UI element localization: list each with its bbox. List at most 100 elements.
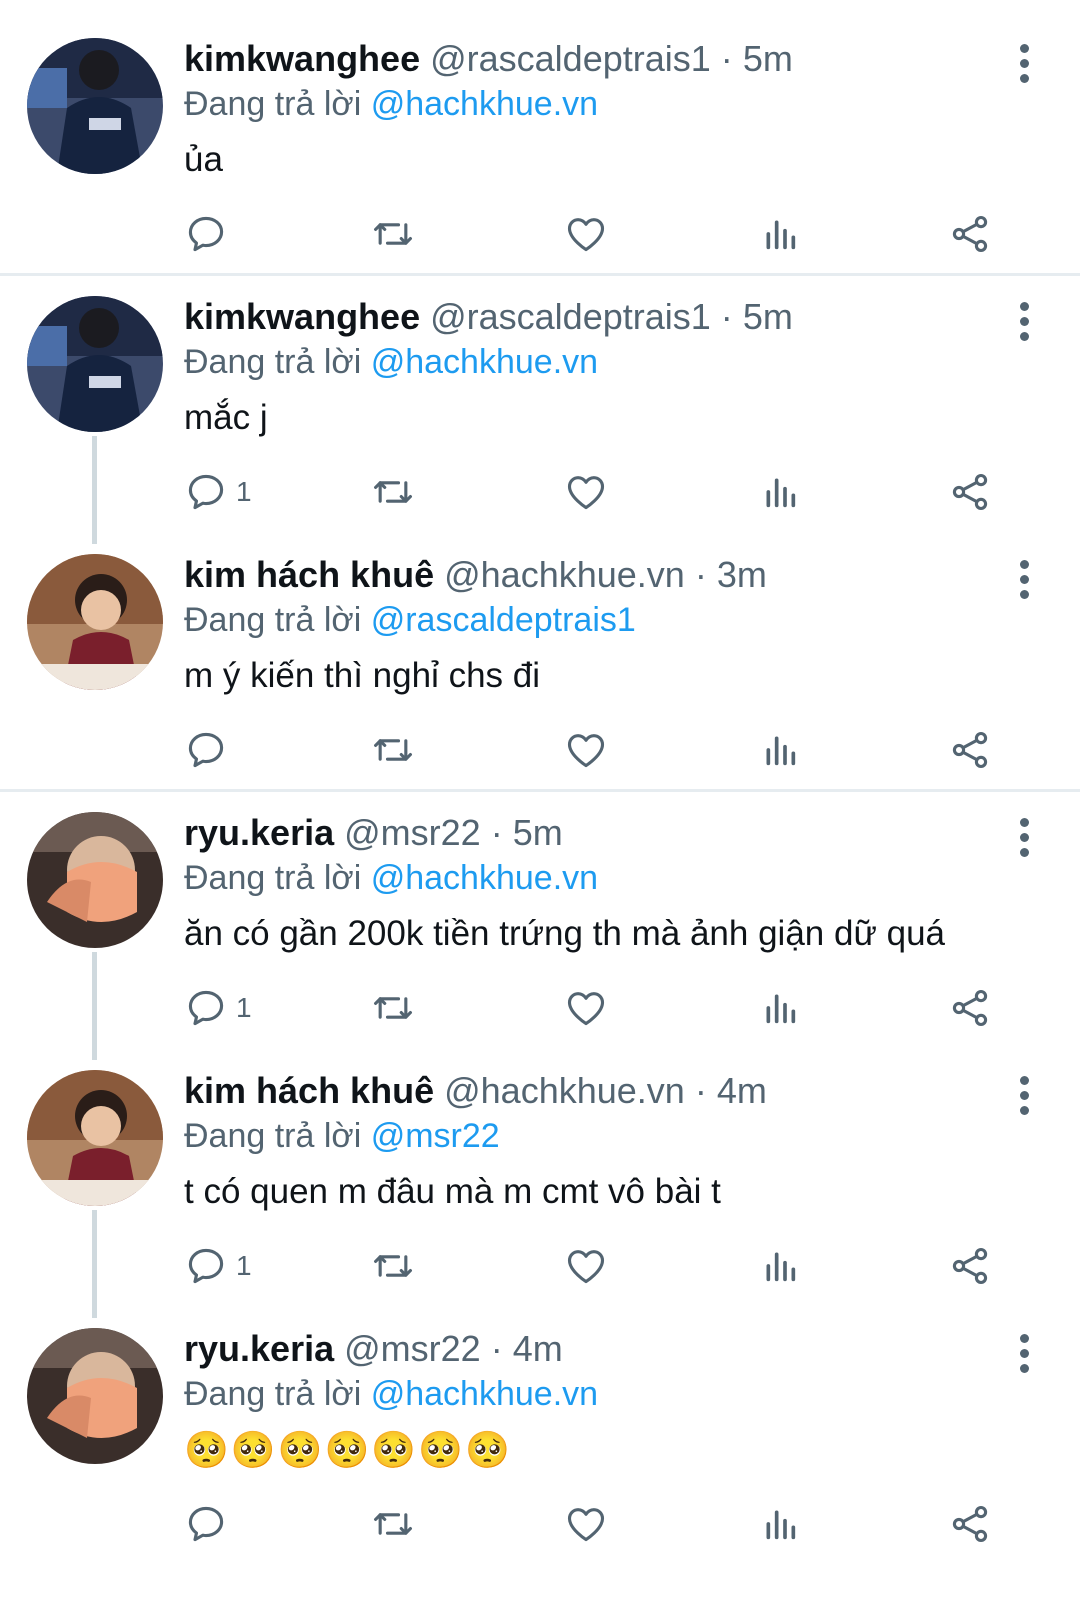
tweet[interactable]: kimkwanghee @rascaldeptrais1 · 5m Đang t… [0,258,1080,544]
tweet[interactable]: ryu.keria @msr22 · 4m Đang trả lời @hach… [0,1290,1080,1554]
retweet-button[interactable] [370,1500,416,1548]
retweet-button[interactable] [370,210,416,258]
like-button[interactable] [564,1500,608,1548]
like-button[interactable] [564,1242,608,1290]
like-button[interactable] [564,984,608,1032]
reply-prefix: Đang trả lời [184,1117,362,1155]
share-button[interactable] [948,468,992,516]
reply-button[interactable]: 1 [184,468,252,516]
more-options-icon[interactable] [1012,302,1036,342]
timestamp[interactable]: 5m [743,296,793,337]
share-button[interactable] [948,1242,992,1290]
reply-mention[interactable]: @msr22 [371,1117,500,1155]
timestamp[interactable]: 5m [513,812,563,853]
share-icon [948,728,992,772]
like-icon [564,470,608,514]
share-button[interactable] [948,726,992,774]
display-name[interactable]: kim hách khuê [184,554,434,595]
reply-mention[interactable]: @hachkhue.vn [371,343,598,381]
tweet[interactable]: kim hách khuê @hachkhue.vn · 3m Đang trả… [0,516,1080,780]
reply-button[interactable] [184,1500,236,1548]
avatar[interactable] [27,1328,163,1464]
avatar[interactable] [27,1070,163,1206]
reply-icon [184,986,228,1030]
retweet-button[interactable] [370,726,416,774]
avatar[interactable] [27,554,163,690]
analytics-button[interactable] [760,1242,800,1290]
tweet-header: ryu.keria @msr22 · 4m [184,1326,990,1372]
tweet-header: ryu.keria @msr22 · 5m [184,810,990,856]
analytics-button[interactable] [760,210,800,258]
like-icon [564,986,608,1030]
reply-button[interactable] [184,210,236,258]
timestamp[interactable]: 3m [717,554,767,595]
user-handle[interactable]: @rascaldeptrais1 [430,296,711,337]
avatar[interactable] [27,296,163,432]
analytics-button[interactable] [760,468,800,516]
reply-mention[interactable]: @rascaldeptrais1 [371,601,636,639]
display-name[interactable]: ryu.keria [184,812,334,853]
timestamp[interactable]: 4m [513,1328,563,1369]
more-options-icon[interactable] [1012,818,1036,858]
more-options-icon[interactable] [1012,1334,1036,1374]
reply-button[interactable]: 1 [184,984,252,1032]
retweet-icon [370,728,416,772]
replying-to: Đang trả lời @hachkhue.vn [184,340,990,384]
user-handle[interactable]: @msr22 [344,812,481,853]
reply-mention[interactable]: @hachkhue.vn [371,859,598,897]
retweet-button[interactable] [370,468,416,516]
reply-button[interactable] [184,726,236,774]
action-bar: 1 [184,1242,1024,1290]
like-button[interactable] [564,726,608,774]
avatar[interactable] [27,812,163,948]
share-icon [948,986,992,1030]
reply-icon [184,470,228,514]
share-button[interactable] [948,984,992,1032]
tweet-text: ủa [184,140,223,179]
display-name[interactable]: kimkwanghee [184,38,420,79]
tweet[interactable]: kimkwanghee @rascaldeptrais1 · 5m Đang t… [0,0,1080,264]
reply-mention[interactable]: @hachkhue.vn [371,1375,598,1413]
display-name[interactable]: kim hách khuê [184,1070,434,1111]
retweet-button[interactable] [370,984,416,1032]
user-handle[interactable]: @hachkhue.vn [444,554,685,595]
analytics-icon [760,1244,800,1288]
more-options-icon[interactable] [1012,1076,1036,1116]
avatar[interactable] [27,38,163,174]
tweet-header: kimkwanghee @rascaldeptrais1 · 5m [184,294,990,340]
like-button[interactable] [564,210,608,258]
replying-to: Đang trả lời @hachkhue.vn [184,82,990,126]
user-handle[interactable]: @rascaldeptrais1 [430,38,711,79]
tweet-content: ryu.keria @msr22 · 4m Đang trả lời @hach… [184,1326,990,1474]
timestamp[interactable]: 4m [717,1070,767,1111]
analytics-button[interactable] [760,726,800,774]
replying-to: Đang trả lời @hachkhue.vn [184,1372,990,1416]
analytics-button[interactable] [760,984,800,1032]
more-options-icon[interactable] [1012,560,1036,600]
tweet-content: ryu.keria @msr22 · 5m Đang trả lời @hach… [184,810,990,958]
separator-dot: · [720,38,733,79]
like-icon [564,1244,608,1288]
user-handle[interactable]: @hachkhue.vn [444,1070,685,1111]
reply-count: 1 [236,476,252,507]
reply-button[interactable]: 1 [184,1242,252,1290]
tweet[interactable]: kim hách khuê @hachkhue.vn · 4m Đang trả… [0,1032,1080,1318]
display-name[interactable]: kimkwanghee [184,296,420,337]
like-icon [564,728,608,772]
more-options-icon[interactable] [1012,44,1036,84]
share-button[interactable] [948,1500,992,1548]
like-button[interactable] [564,468,608,516]
tweet-text: 🥺🥺🥺🥺🥺🥺🥺 [184,1429,512,1470]
retweet-button[interactable] [370,1242,416,1290]
user-handle[interactable]: @msr22 [344,1328,481,1369]
analytics-icon [760,728,800,772]
reply-mention[interactable]: @hachkhue.vn [371,85,598,123]
display-name[interactable]: ryu.keria [184,1328,334,1369]
share-button[interactable] [948,210,992,258]
tweet-header: kimkwanghee @rascaldeptrais1 · 5m [184,36,990,82]
tweet[interactable]: ryu.keria @msr22 · 5m Đang trả lời @hach… [0,774,1080,1060]
timestamp[interactable]: 5m [743,38,793,79]
separator-dot: · [720,296,733,337]
tweet-text: ăn có gần 200k tiền trứng th mà ảnh giận… [184,914,945,953]
analytics-button[interactable] [760,1500,800,1548]
